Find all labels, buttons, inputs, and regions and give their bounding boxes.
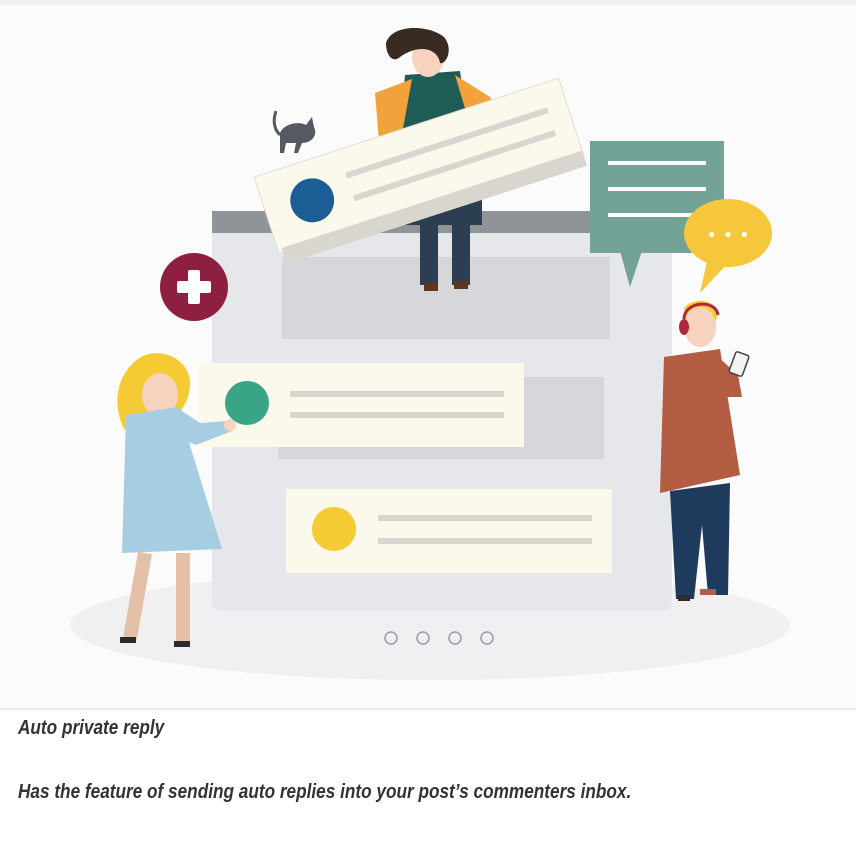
comment-card-green [198,363,524,447]
person-man-with-phone [660,301,750,601]
feature-illustration: • • • [0,5,856,708]
feature-title: Auto private reply [18,717,165,739]
feature-description: Has the feature of sending auto replies … [18,781,632,803]
typing-bubble-icon: • • • [684,199,772,293]
comment-card-yellow [286,489,612,573]
avatar-dot-green [225,381,269,425]
cat-icon [272,110,316,153]
phone-icon [728,351,750,377]
divider [0,708,856,710]
plus-badge [160,253,228,321]
typing-dots: • • • [706,225,749,246]
avatar-dot-yellow [312,507,356,551]
